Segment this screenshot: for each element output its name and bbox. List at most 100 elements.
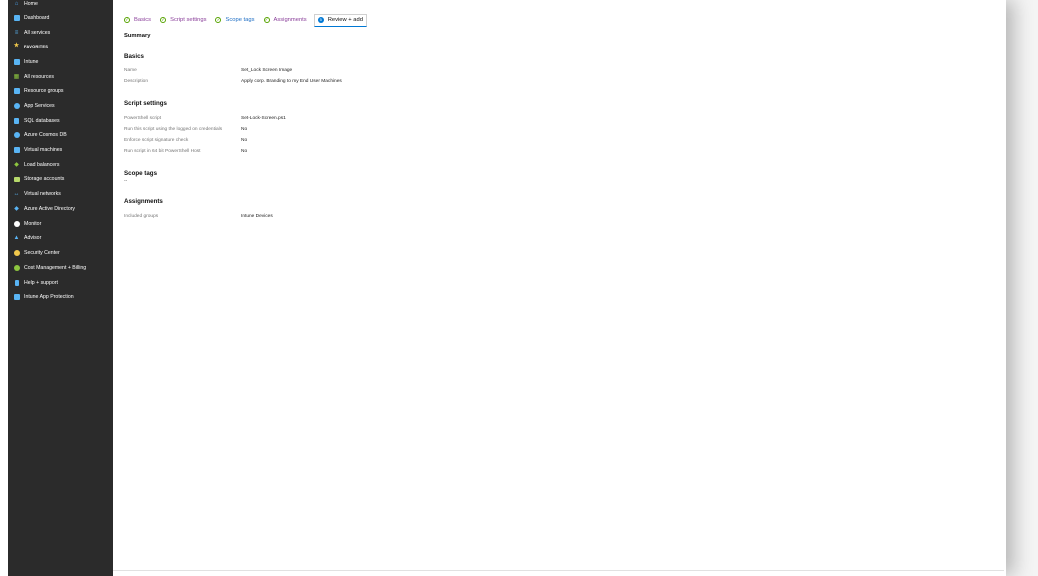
summary-title: Summary — [124, 33, 151, 39]
active-directory-icon: ◆ — [14, 205, 19, 212]
footer-divider — [113, 570, 1004, 571]
star-icon: ★ — [13, 42, 20, 49]
sidebar-item-label: Monitor — [24, 221, 42, 227]
assignments-heading: Assignments — [124, 198, 163, 205]
tab-label: Review + add — [327, 17, 363, 23]
tab-label: Basics — [134, 17, 152, 23]
sidebar-item-label: Security Center — [24, 250, 60, 256]
sidebar-item-all-resources[interactable]: ▦ All resources — [8, 70, 113, 84]
tab-script-settings[interactable]: ✓ Script settings — [160, 14, 206, 26]
sidebar-item-help-support[interactable]: Help + support — [8, 276, 113, 290]
sidebar-item-sql-databases[interactable]: SQL databases — [8, 114, 113, 128]
step-number-badge: 5 — [317, 17, 324, 23]
sidebar-item-load-balancers[interactable]: ◆ Load balancers — [8, 158, 113, 172]
favorites-label: FAVORITES — [24, 43, 49, 49]
intune-icon — [13, 59, 20, 66]
sql-database-icon — [13, 118, 20, 125]
sidebar-item-label: SQL databases — [24, 118, 60, 124]
sidebar-item-label: Cost Management + Billing — [24, 265, 87, 271]
field-label: Enforce script signature check — [124, 138, 189, 143]
checkmark-icon: ✓ — [215, 17, 222, 23]
app-services-icon — [13, 103, 20, 110]
virtual-machine-icon — [13, 147, 20, 154]
field-label: Name — [124, 68, 137, 73]
resource-group-icon — [13, 88, 20, 95]
tab-basics[interactable]: ✓ Basics — [124, 14, 151, 26]
field-label: PowerShell script — [124, 116, 162, 121]
help-icon — [13, 280, 20, 287]
field-label: Included groups — [124, 214, 159, 219]
checkmark-icon: ✓ — [160, 17, 167, 23]
tab-scope-tags[interactable]: ✓ Scope tags — [215, 14, 255, 26]
scope-tags-heading: Scope tags — [124, 170, 158, 177]
field-value: No — [241, 138, 248, 143]
checkmark-icon: ✓ — [263, 17, 270, 23]
app-protection-icon — [13, 294, 20, 301]
sidebar-item-advisor[interactable]: ▲ Advisor — [8, 231, 113, 245]
sidebar-item-all-services[interactable]: ≡ All services — [8, 26, 113, 40]
sidebar-item-label: Virtual networks — [24, 191, 61, 197]
sidebar-item-label: All services — [24, 30, 51, 36]
script-settings-heading: Script settings — [124, 100, 167, 107]
sidebar-item-app-services[interactable]: App Services — [8, 99, 113, 113]
sidebar-item-label: Azure Cosmos DB — [24, 132, 67, 138]
sidebar-item-home[interactable]: ⌂ Home — [8, 0, 113, 11]
sidebar-item-label: App Services — [24, 103, 55, 109]
checkmark-icon: ✓ — [124, 17, 130, 23]
sidebar-item-virtual-machines[interactable]: Virtual machines — [8, 143, 113, 157]
tab-label: Script settings — [170, 17, 207, 23]
list-icon: ≡ — [14, 29, 19, 36]
field-value: Set-Lock-Screen.ps1 — [241, 116, 286, 121]
sidebar-item-label: Help + support — [24, 280, 58, 286]
storage-icon — [13, 176, 20, 183]
sidebar-item-dashboard[interactable]: Dashboard — [8, 11, 113, 25]
field-value: No — [241, 149, 248, 154]
sidebar-item-active-directory[interactable]: ◆ Azure Active Directory — [8, 202, 113, 216]
tab-assignments[interactable]: ✓ Assignments — [263, 14, 307, 26]
dashboard-icon — [13, 15, 20, 22]
sidebar-item-label: Advisor — [24, 235, 42, 241]
sidebar-item-label: Home — [24, 1, 38, 7]
field-value: Apply corp. Branding to my End User Mach… — [241, 79, 342, 84]
virtual-network-icon: ↔ — [13, 190, 20, 197]
load-balancer-icon: ◆ — [14, 161, 19, 168]
tab-review-add[interactable]: 5 Review + add — [313, 13, 367, 27]
sidebar-item-storage-accounts[interactable]: Storage accounts — [8, 172, 113, 186]
sidebar-item-label: Azure Active Directory — [24, 206, 76, 212]
sidebar-item-resource-groups[interactable]: Resource groups — [8, 84, 113, 98]
field-value: No — [241, 127, 248, 132]
sidebar-item-security-center[interactable]: Security Center — [8, 246, 113, 260]
sidebar-favorites-header: ★ FAVORITES — [8, 39, 113, 53]
sidebar-item-cost-management[interactable]: Cost Management + Billing — [8, 261, 113, 275]
sidebar-item-label: Load balancers — [24, 162, 60, 168]
sidebar-item-intune-app-protection[interactable]: Intune App Protection — [8, 290, 113, 304]
sidebar-item-label: Intune — [24, 59, 39, 65]
grid-icon: ▦ — [13, 73, 20, 80]
advisor-icon: ▲ — [13, 234, 20, 241]
security-center-icon — [13, 250, 20, 257]
tab-label: Scope tags — [225, 17, 255, 23]
sidebar-item-monitor[interactable]: Monitor — [8, 217, 113, 231]
sidebar-item-label: Resource groups — [24, 88, 64, 94]
sidebar-item-cosmos-db[interactable]: Azure Cosmos DB — [8, 128, 113, 142]
sidebar: ⌂ Home Dashboard ≡ All services ★ FAVORI… — [8, 0, 113, 576]
sidebar-item-label: All resources — [24, 74, 54, 80]
field-label: Run script in 64 bit PowerShell Host — [124, 149, 201, 154]
sidebar-item-intune[interactable]: Intune — [8, 55, 113, 69]
monitor-icon — [13, 221, 20, 228]
tab-label: Assignments — [273, 17, 307, 23]
sidebar-item-label: Dashboard — [24, 15, 50, 21]
scope-tags-value: -- — [124, 179, 128, 184]
sidebar-item-label: Storage accounts — [24, 176, 65, 182]
field-value: Set_Lock Screen Image — [241, 68, 293, 73]
field-value: Intune Devices — [241, 214, 273, 219]
sidebar-item-label: Intune App Protection — [24, 294, 74, 300]
cost-management-icon — [13, 265, 20, 272]
basics-heading: Basics — [124, 53, 144, 60]
cosmos-db-icon — [13, 132, 20, 139]
field-label: Run this script using the logged on cred… — [124, 127, 223, 132]
home-icon: ⌂ — [14, 0, 19, 7]
sidebar-item-virtual-networks[interactable]: ↔ Virtual networks — [8, 187, 113, 201]
sidebar-item-label: Virtual machines — [24, 147, 63, 153]
wizard-tabs: ✓ Basics ✓ Script settings ✓ Scope tags … — [124, 13, 376, 27]
